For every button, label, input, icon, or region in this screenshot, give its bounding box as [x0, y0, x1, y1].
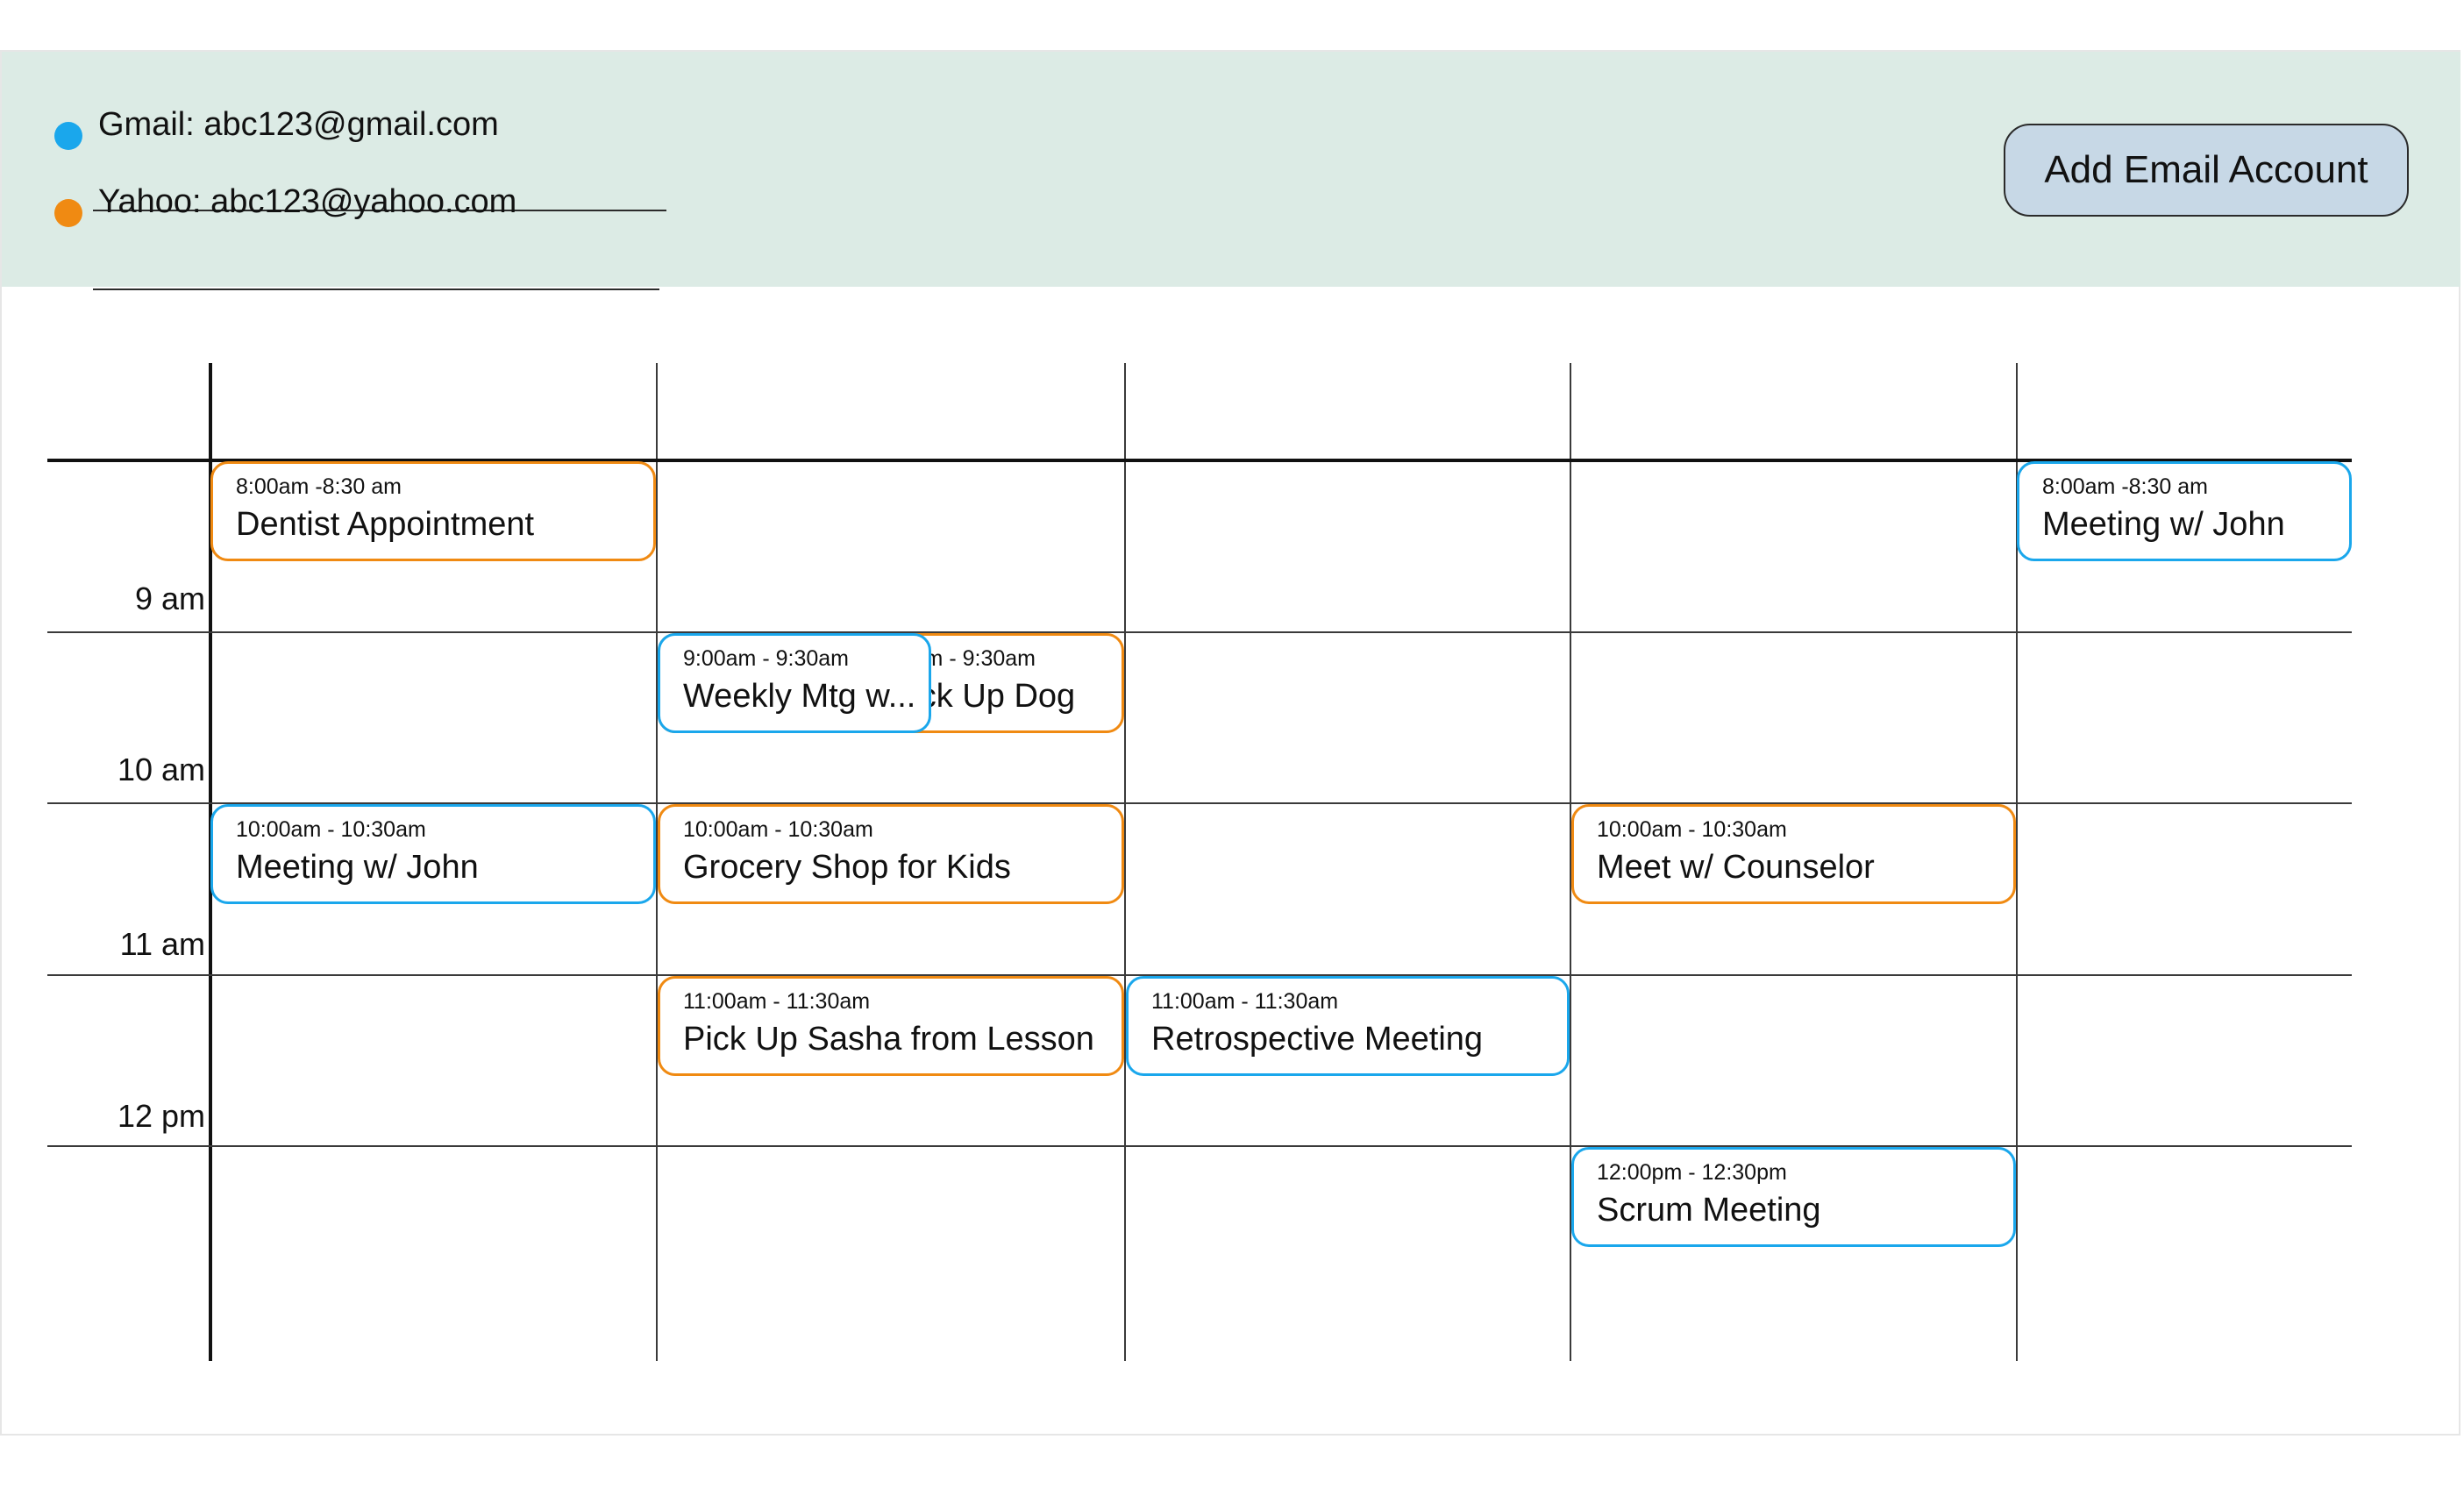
event-time: 10:00am - 10:30am [1597, 817, 1787, 842]
event-time: 8:00am -8:30 am [236, 474, 402, 499]
event-time: 8:00am -8:30 am [2042, 474, 2208, 499]
event-card[interactable]: 12:00pm - 12:30pm Scrum Meeting [1571, 1147, 2016, 1247]
hour-line [47, 1145, 2352, 1147]
event-title: Meeting w/ John [2042, 506, 2285, 543]
event-time: 10:00am - 10:30am [236, 817, 426, 842]
day-divider [1124, 363, 1126, 1361]
event-title: Meet w/ Counselor [1597, 849, 1875, 886]
hour-label: 10 am [117, 752, 205, 787]
event-time: 9:00am - 9:30am [683, 646, 849, 671]
event-title: Retrospective Meeting [1151, 1021, 1484, 1058]
hour-line [47, 631, 2352, 633]
hour-label: 12 pm [117, 1098, 205, 1134]
calendar-grid: 9 am 10 am 11 am 12 pm 8:00am -8:30 am D… [0, 0, 2464, 1489]
event-card[interactable]: 10:00am - 10:30am Meet w/ Counselor [1571, 804, 2016, 904]
event-card[interactable]: 11:00am - 11:30am Retrospective Meeting [1126, 976, 1570, 1076]
event-title: Dentist Appointment [236, 506, 535, 543]
event-time: 11:00am - 11:30am [683, 989, 871, 1014]
event-title: Grocery Shop for Kids [683, 849, 1011, 886]
event-time: 12:00pm - 12:30pm [1597, 1160, 1787, 1185]
event-title: Weekly Mtg w... [683, 678, 916, 715]
event-title: Pick Up Sasha from Lesson [683, 1021, 1094, 1058]
event-card[interactable]: 9:00am - 9:30am Weekly Mtg w... [658, 633, 931, 733]
hour-label: 9 am [134, 581, 205, 616]
event-time: 10:00am - 10:30am [683, 817, 873, 842]
event-title: Scrum Meeting [1597, 1192, 1821, 1229]
event-card[interactable]: 8:00am -8:30 am Dentist Appointment [210, 461, 656, 561]
event-card[interactable]: 10:00am - 10:30am Grocery Shop for Kids [658, 804, 1124, 904]
event-card[interactable]: 10:00am - 10:30am Meeting w/ John [210, 804, 656, 904]
event-title: Meeting w/ John [236, 849, 479, 886]
hour-label: 11 am [119, 926, 205, 962]
event-card[interactable]: 8:00am -8:30 am Meeting w/ John [2017, 461, 2352, 561]
event-time: 11:00am - 11:30am [1151, 989, 1339, 1014]
event-card[interactable]: 11:00am - 11:30am Pick Up Sasha from Les… [658, 976, 1124, 1076]
